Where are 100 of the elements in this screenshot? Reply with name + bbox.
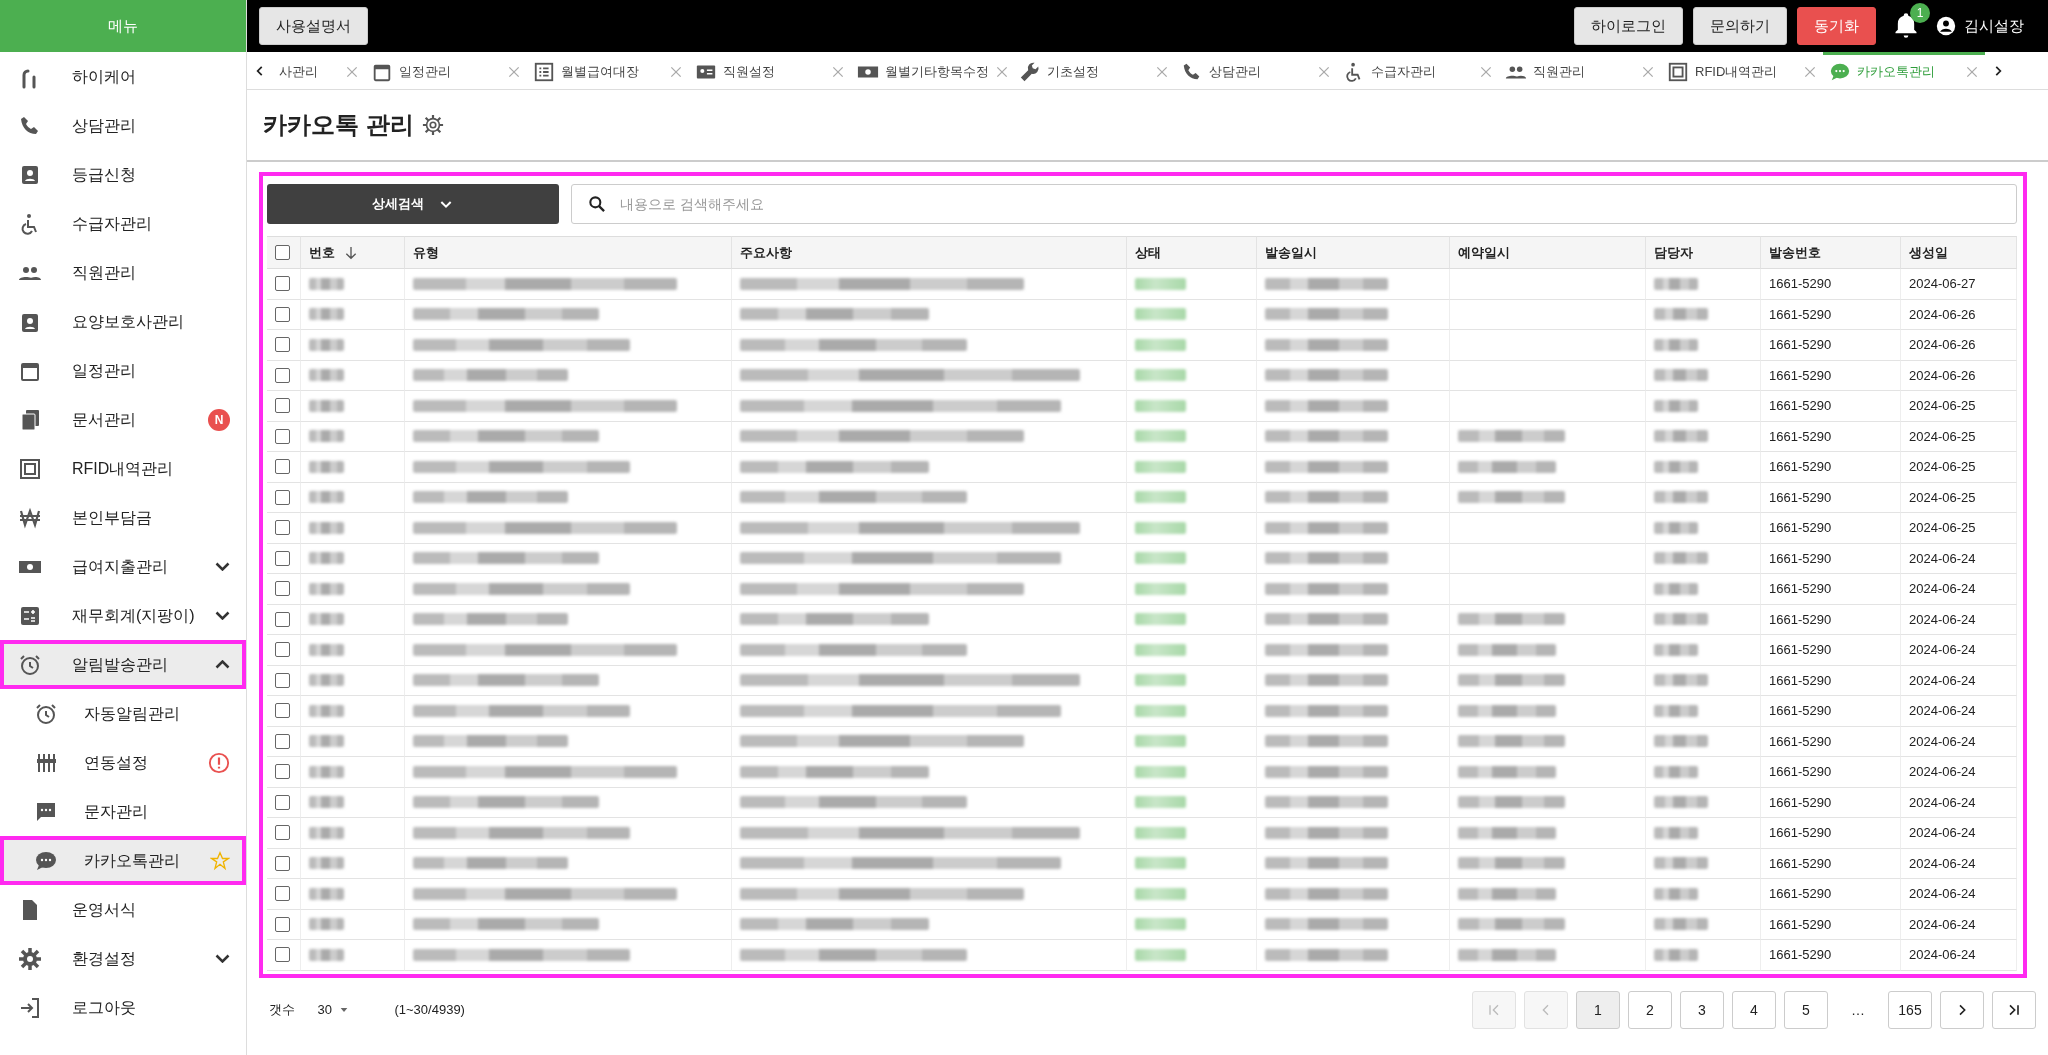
row-checkbox[interactable]: [275, 733, 290, 749]
blurred-text: [1135, 674, 1186, 687]
page-button[interactable]: 4: [1732, 991, 1776, 1029]
last-page-button[interactable]: [1992, 991, 2036, 1029]
column-header[interactable]: 발송일시: [1265, 242, 1317, 263]
column-header[interactable]: 번호: [309, 242, 335, 263]
column-header[interactable]: 예약일시: [1458, 242, 1510, 263]
chat-icon: [1829, 61, 1851, 83]
blurred-text: [1135, 796, 1186, 809]
tab[interactable]: 수급자관리: [1337, 52, 1499, 89]
blurred-text: [309, 765, 344, 778]
column-header[interactable]: 유형: [413, 242, 439, 263]
tab[interactable]: 월별기타항목수정: [851, 52, 1013, 89]
close-icon: [1641, 65, 1655, 79]
menu-item[interactable]: RFID내역관리: [0, 444, 246, 493]
row-checkbox[interactable]: [275, 337, 290, 353]
page-button[interactable]: 1: [1576, 991, 1620, 1029]
row-checkbox[interactable]: [275, 611, 290, 627]
tab[interactable]: 기초설정: [1013, 52, 1175, 89]
menu-item[interactable]: 하이케어: [0, 52, 246, 101]
table-cell-text: 2024-06-24: [1909, 549, 1976, 568]
menu-item[interactable]: 환경설정: [0, 934, 246, 983]
header-button[interactable]: 하이로그인: [1574, 7, 1683, 45]
tab[interactable]: 직원관리: [1499, 52, 1661, 89]
row-checkbox[interactable]: [275, 916, 290, 932]
menu-item[interactable]: 알림발송관리: [0, 640, 246, 689]
menu-item[interactable]: 등급신청: [0, 150, 246, 199]
blurred-text: [309, 308, 344, 321]
page-button[interactable]: 2: [1628, 991, 1672, 1029]
page-size-select[interactable]: 30: [317, 1000, 350, 1020]
search-field[interactable]: 내용으로 검색해주세요: [571, 184, 2017, 224]
row-checkbox[interactable]: [275, 459, 290, 475]
menu-item[interactable]: 카카오톡관리: [0, 836, 246, 885]
row-checkbox[interactable]: [275, 886, 290, 902]
row-checkbox[interactable]: [275, 398, 290, 414]
tab[interactable]: 직원설정: [689, 52, 851, 89]
row-checkbox[interactable]: [275, 855, 290, 871]
menu-item[interactable]: 문서관리 N: [0, 395, 246, 444]
sync-button[interactable]: 동기화: [1797, 7, 1876, 45]
menu-item[interactable]: 급여지출관리: [0, 542, 246, 591]
page-button[interactable]: 5: [1784, 991, 1828, 1029]
tab[interactable]: 상담관리: [1175, 52, 1337, 89]
table-cell-text: 2024-06-25: [1909, 519, 1976, 537]
menu-item[interactable]: 요양보호사관리: [0, 297, 246, 346]
table-cell-text: 2024-06-24: [1909, 824, 1976, 842]
table-cell-text: 1661-5290: [1769, 946, 1832, 964]
row-checkbox[interactable]: [275, 703, 290, 719]
blurred-text: [1135, 430, 1186, 443]
manual-button[interactable]: 사용설명서: [259, 7, 368, 45]
menu-item[interactable]: 일정관리: [0, 346, 246, 395]
blurred-text: [1135, 338, 1186, 351]
row-checkbox[interactable]: [275, 581, 290, 597]
row-checkbox[interactable]: [275, 489, 290, 505]
menu-item[interactable]: 자동알림관리: [0, 689, 246, 738]
row-checkbox[interactable]: [275, 947, 290, 963]
menu-item[interactable]: 연동설정: [0, 738, 246, 787]
close-icon: [345, 65, 359, 79]
blurred-text: [309, 277, 344, 290]
row-checkbox[interactable]: [275, 825, 290, 841]
row-checkbox[interactable]: [275, 764, 290, 780]
menu-item[interactable]: 로그아웃: [0, 983, 246, 1032]
row-checkbox[interactable]: [275, 642, 290, 658]
menu-item[interactable]: 재무회계(지팡이): [0, 591, 246, 640]
tab[interactable]: 사관리: [273, 52, 365, 89]
row-checkbox[interactable]: [275, 794, 290, 810]
menu-item[interactable]: 직원관리: [0, 248, 246, 297]
menu-item[interactable]: 운영서식: [0, 885, 246, 934]
table-cell-text: 2024-06-24: [1909, 763, 1976, 781]
alarm-icon: [18, 652, 42, 677]
tab[interactable]: 월별급여대장: [527, 52, 689, 89]
page-button[interactable]: …: [1836, 991, 1880, 1029]
row-checkbox[interactable]: [275, 276, 290, 292]
row-checkbox[interactable]: [275, 672, 290, 688]
row-checkbox[interactable]: [275, 428, 290, 444]
row-checkbox[interactable]: [275, 367, 290, 383]
gear-icon: [18, 946, 42, 971]
page-button[interactable]: 165: [1888, 991, 1932, 1029]
tab[interactable]: RFID내역관리: [1661, 52, 1823, 89]
tab[interactable]: 일정관리: [365, 52, 527, 89]
blurred-text: [1135, 887, 1186, 900]
row-checkbox[interactable]: [275, 306, 290, 322]
header-button[interactable]: 문의하기: [1693, 7, 1787, 45]
filter-button[interactable]: 상세검색: [267, 184, 559, 224]
column-header[interactable]: 상태: [1135, 242, 1161, 263]
blurred-text: [1654, 735, 1708, 748]
blurred-text: [1654, 277, 1699, 290]
menu-item[interactable]: 상담관리: [0, 101, 246, 150]
menu-item[interactable]: 본인부담금: [0, 493, 246, 542]
menu-item[interactable]: 문자관리: [0, 787, 246, 836]
row-checkbox[interactable]: [275, 550, 290, 566]
column-header[interactable]: 주요사항: [740, 242, 792, 263]
menu-item[interactable]: 수급자관리: [0, 199, 246, 248]
tab[interactable]: 카카오톡관리: [1823, 52, 1985, 89]
row-checkbox[interactable]: [275, 520, 290, 536]
table-cell-text: 2024-06-24: [1909, 610, 1976, 629]
user-name[interactable]: 김시설장: [1964, 14, 2024, 38]
alarm-icon: [34, 701, 58, 726]
select-all-checkbox[interactable]: [275, 245, 290, 260]
close-icon: [1803, 65, 1817, 79]
page-button[interactable]: 3: [1680, 991, 1724, 1029]
